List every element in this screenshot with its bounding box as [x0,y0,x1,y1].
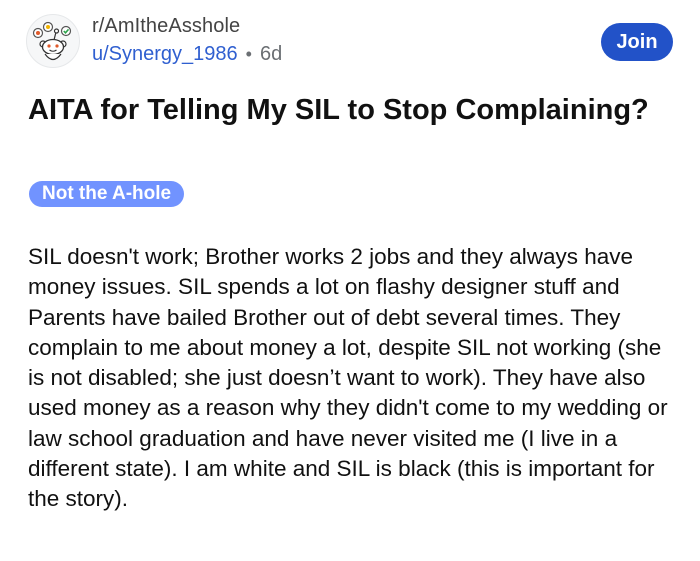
author-line: u/Synergy_1986 • 6d [92,42,282,66]
post-header: r/AmItheAsshole u/Synergy_1986 • 6d Join [26,14,676,70]
post-meta: r/AmItheAsshole u/Synergy_1986 • 6d [92,14,282,66]
subreddit-avatar[interactable] [26,14,80,68]
post-age: 6d [259,43,283,65]
post-flair[interactable]: Not the A-hole [29,181,185,207]
snoo-avatar-icon [32,21,72,61]
subreddit-name[interactable]: r/AmItheAsshole [92,14,282,38]
separator-dot: • [245,44,252,64]
post-title[interactable]: AITA for Telling My SIL to Stop Complain… [28,92,668,129]
join-button[interactable]: Join [601,23,673,61]
author-username[interactable]: u/Synergy_1986 [92,42,238,66]
post-body: SIL doesn't work; Brother works 2 jobs a… [28,244,668,512]
